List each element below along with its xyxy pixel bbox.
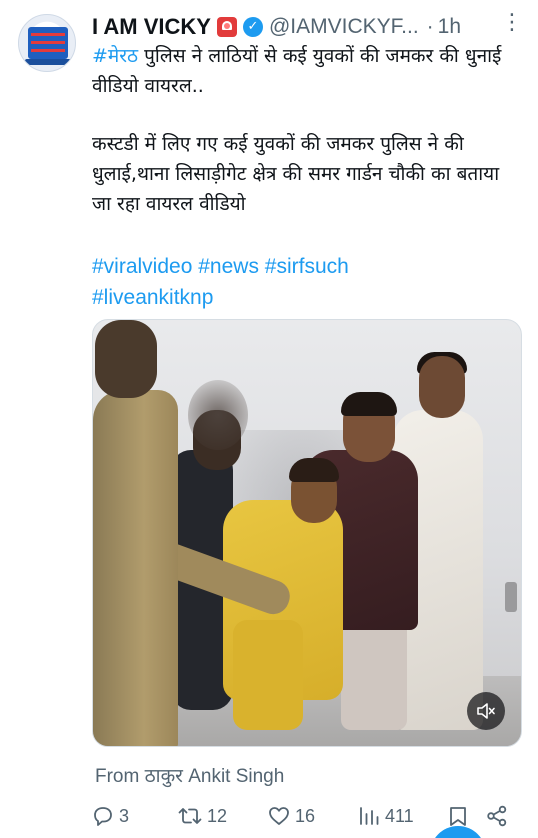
hashtag-viralvideo[interactable]: #viralvideo bbox=[92, 255, 192, 278]
hashtag-sirfsuch[interactable]: #sirfsuch bbox=[265, 255, 349, 278]
bookmark-icon bbox=[450, 807, 466, 826]
author-name[interactable]: I AM VICKY bbox=[92, 14, 211, 40]
hashtag-news[interactable]: #news bbox=[198, 255, 259, 278]
motion-blur bbox=[188, 380, 248, 450]
reply-count: 3 bbox=[119, 805, 130, 826]
mute-button[interactable] bbox=[467, 692, 505, 730]
avatar[interactable] bbox=[18, 14, 76, 72]
verified-badge-icon: ✓ bbox=[242, 17, 263, 37]
avatar-stripe bbox=[31, 41, 65, 44]
views-icon bbox=[360, 807, 379, 825]
separator-dot: · bbox=[426, 15, 434, 38]
share-icon bbox=[487, 805, 507, 827]
views-count: 411 bbox=[385, 805, 414, 826]
retweet-button[interactable]: 12 bbox=[178, 800, 227, 832]
author-handle[interactable]: @IAMVICKYF... bbox=[269, 15, 419, 39]
tweet-text-part: पुलिस ने लाठियों से कई युवकों की जमकर की… bbox=[92, 45, 502, 97]
video-media[interactable] bbox=[92, 319, 522, 747]
avatar-stripe bbox=[31, 33, 65, 36]
reply-icon bbox=[94, 807, 112, 826]
action-bar: 3 12 16 411 bbox=[92, 800, 522, 838]
hashtag-list: #viralvideo #news #sirfsuch #liveankitkn… bbox=[92, 251, 524, 313]
heart-icon bbox=[269, 807, 289, 825]
avatar-base bbox=[25, 59, 71, 65]
avatar-stripe bbox=[31, 49, 65, 52]
reply-button[interactable]: 3 bbox=[92, 800, 129, 832]
hashtag-liveankitknp[interactable]: #liveankitknp bbox=[92, 286, 213, 309]
hashtag-meerut[interactable]: #मेरठ bbox=[92, 45, 138, 67]
tweet-time[interactable]: 1h bbox=[438, 15, 461, 39]
like-count: 16 bbox=[295, 805, 316, 826]
tweet-text-paragraph2: कस्टडी में लिए गए कई युवकों की जमकर पुलि… bbox=[92, 133, 500, 215]
views-button[interactable]: 411 bbox=[358, 800, 414, 832]
retweet-icon bbox=[178, 808, 202, 824]
bookmark-button[interactable] bbox=[430, 800, 486, 838]
tweet-text-line1: #मेरठ पुलिस ने लाठियों से कई युवकों की ज… bbox=[92, 41, 524, 101]
retweet-count: 12 bbox=[207, 805, 228, 826]
policeman-uniform bbox=[93, 390, 178, 746]
person-legs bbox=[233, 620, 303, 730]
person-head bbox=[419, 356, 465, 418]
policeman-head bbox=[95, 320, 157, 398]
siren-emoji-icon bbox=[216, 17, 237, 37]
share-button[interactable] bbox=[486, 800, 508, 832]
like-button[interactable]: 16 bbox=[268, 800, 315, 832]
video-attribution[interactable]: From ठाकुर Ankit Singh bbox=[95, 762, 284, 788]
wall-switch bbox=[505, 582, 517, 612]
person-hair bbox=[341, 392, 397, 416]
mute-icon bbox=[477, 703, 495, 719]
person-hair bbox=[289, 458, 339, 482]
tweet-header: I AM VICKY ✓ @IAMVICKYF... · 1h ⋮ bbox=[92, 10, 528, 42]
more-options-icon[interactable]: ⋮ bbox=[501, 10, 524, 35]
